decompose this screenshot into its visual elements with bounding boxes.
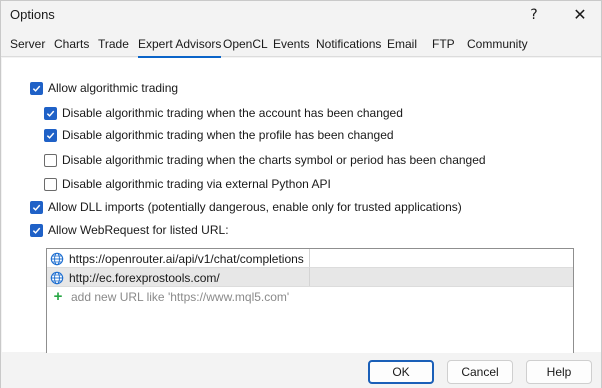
expert-advisors-panel: Allow algorithmic trading Disable algori…: [2, 58, 601, 388]
option-label: Allow algorithmic trading: [48, 81, 179, 95]
tab-server[interactable]: Server: [10, 37, 45, 55]
dialog-footer: OK Cancel Help: [1, 353, 601, 388]
title-bar: Options ? ✕: [1, 1, 601, 29]
tab-expert-advisors[interactable]: Expert Advisors: [138, 37, 222, 58]
option-allow-dll-imports[interactable]: Allow DLL imports (potentially dangerous…: [30, 199, 462, 215]
tab-events[interactable]: Events: [273, 37, 310, 55]
option-disable-on-symbol-change[interactable]: Disable algorithmic trading when the cha…: [44, 152, 486, 168]
cancel-button[interactable]: Cancel: [447, 360, 513, 384]
checkbox-checked-icon[interactable]: [30, 200, 43, 214]
option-label: Disable algorithmic trading when the pro…: [62, 128, 394, 142]
ok-button[interactable]: OK: [368, 360, 434, 384]
url-row-selected[interactable]: http://ec.forexprostools.com/: [47, 268, 573, 287]
option-allow-algo-trading[interactable]: Allow algorithmic trading: [30, 80, 178, 96]
option-label: Allow WebRequest for listed URL:: [48, 223, 229, 237]
url-row[interactable]: https://openrouter.ai/api/v1/chat/comple…: [47, 249, 573, 268]
checkbox-checked-icon[interactable]: [30, 81, 43, 95]
close-button[interactable]: ✕: [557, 1, 602, 29]
add-url-row[interactable]: + add new URL like 'https://www.mql5.com…: [47, 287, 573, 306]
tab-trade[interactable]: Trade: [98, 37, 129, 55]
add-url-placeholder: add new URL like 'https://www.mql5.com': [71, 289, 290, 304]
option-disable-python-api[interactable]: Disable algorithmic trading via external…: [44, 176, 331, 192]
checkbox-checked-icon[interactable]: [44, 128, 57, 142]
tab-strip: Server Charts Trade Expert Advisors Open…: [1, 35, 601, 58]
globe-icon: [50, 252, 64, 265]
checkbox-checked-icon[interactable]: [30, 223, 43, 237]
tab-ftp[interactable]: FTP: [432, 37, 455, 55]
window-title: Options: [10, 7, 55, 22]
option-disable-on-account-change[interactable]: Disable algorithmic trading when the acc…: [44, 105, 403, 121]
url-text: http://ec.forexprostools.com/: [69, 270, 220, 285]
tab-opencl[interactable]: OpenCL: [223, 37, 268, 55]
url-text: https://openrouter.ai/api/v1/chat/comple…: [69, 251, 304, 266]
column-divider: [309, 249, 310, 268]
tab-community[interactable]: Community: [467, 37, 528, 55]
help-button[interactable]: Help: [526, 360, 592, 384]
globe-icon: [50, 271, 64, 284]
checkbox-unchecked-icon[interactable]: [44, 177, 57, 191]
options-dialog: Options ? ✕ Server Charts Trade Expert A…: [0, 0, 602, 388]
option-label: Disable algorithmic trading via external…: [62, 177, 331, 191]
help-title-button[interactable]: ?: [511, 1, 557, 29]
checkbox-checked-icon[interactable]: [44, 106, 57, 120]
tab-email[interactable]: Email: [387, 37, 417, 55]
tab-notifications[interactable]: Notifications: [316, 37, 381, 55]
tab-charts[interactable]: Charts: [54, 37, 89, 55]
option-allow-webrequest[interactable]: Allow WebRequest for listed URL:: [30, 222, 229, 238]
option-disable-on-profile-change[interactable]: Disable algorithmic trading when the pro…: [44, 127, 394, 143]
option-label: Allow DLL imports (potentially dangerous…: [48, 200, 462, 214]
checkbox-unchecked-icon[interactable]: [44, 153, 57, 167]
plus-icon: +: [53, 288, 63, 305]
option-label: Disable algorithmic trading when the acc…: [62, 106, 403, 120]
option-label: Disable algorithmic trading when the cha…: [62, 153, 486, 167]
column-divider: [309, 268, 310, 287]
